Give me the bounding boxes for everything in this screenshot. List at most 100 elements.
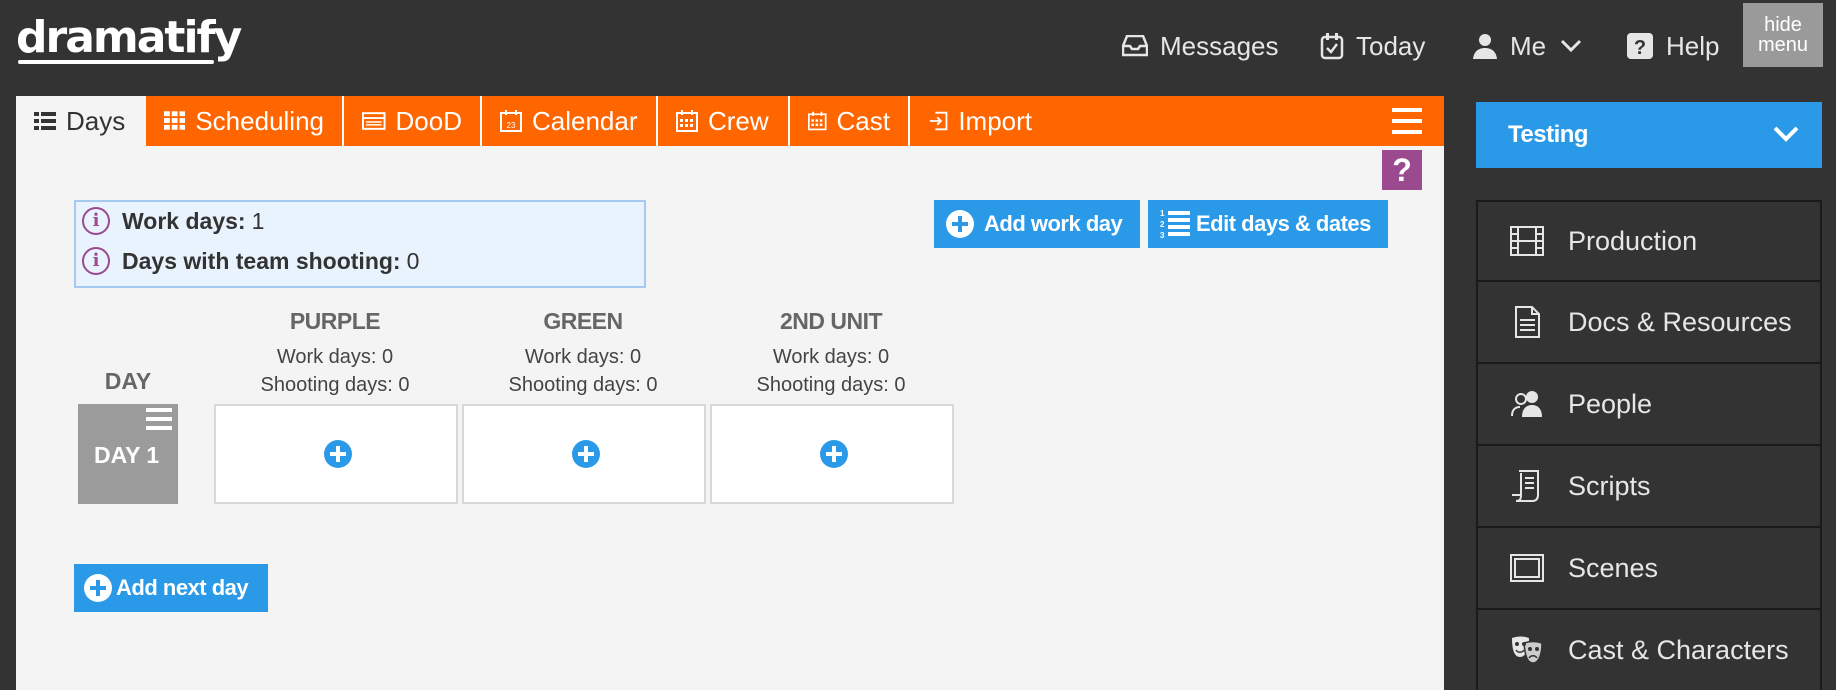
tab-calendar-label: Calendar — [532, 105, 638, 136]
day-column-header: DAY — [104, 368, 152, 394]
hamburger-menu-icon[interactable] — [1392, 108, 1422, 134]
tab-days-label: Days — [66, 105, 126, 136]
unit-work-days: Work days: 0 — [276, 346, 394, 368]
svg-text:23: 23 — [507, 121, 516, 130]
info-icon: i — [82, 207, 110, 235]
nav-today[interactable]: Today — [1320, 24, 1425, 68]
nav-messages-label: Messages — [1160, 30, 1279, 61]
tab-calendar[interactable]: 23 Calendar — [482, 96, 658, 146]
day-menu-icon[interactable] — [146, 408, 172, 430]
sidebar-item-label: Scenes — [1568, 552, 1659, 583]
people-icon — [1511, 391, 1542, 417]
edit-days-label: Edit days & dates — [1196, 211, 1371, 236]
sidebar-item-label: People — [1568, 388, 1653, 419]
tab-days[interactable]: Days — [16, 96, 146, 146]
unit-name: PURPLE — [289, 308, 381, 334]
tab-import[interactable]: Import — [910, 96, 1050, 146]
nav-messages[interactable]: Messages — [1122, 24, 1279, 68]
unit-shooting-days: Shooting days: 0 — [508, 374, 658, 396]
add-next-day-label: Add next day — [116, 575, 249, 600]
sidebar-item-label: Cast & Characters — [1568, 634, 1789, 665]
tab-dood[interactable]: DooD — [344, 96, 482, 146]
unit-name: 2ND UNIT — [779, 308, 883, 334]
film-icon — [1510, 226, 1544, 256]
app-logo[interactable]: dramatify — [16, 8, 242, 68]
nav-me-label: Me — [1510, 30, 1547, 61]
plus-circle-icon — [84, 574, 112, 602]
sidebar-item-scripts[interactable]: Scripts — [1476, 446, 1822, 528]
tab-scheduling[interactable]: Scheduling — [146, 96, 344, 146]
plus-circle-icon — [946, 210, 974, 238]
info-work-days: i Work days: 1 — [82, 206, 264, 236]
sidebar-item-label: Scripts — [1568, 470, 1651, 501]
project-selector[interactable]: Testing — [1476, 102, 1822, 168]
unit-shooting-days: Shooting days: 0 — [756, 374, 906, 396]
chevron-down-icon — [1773, 126, 1799, 142]
calendar-check-icon — [1320, 33, 1344, 60]
table-icon — [362, 112, 386, 130]
day-cell[interactable]: DAY 1 — [78, 404, 178, 504]
logo-underline — [18, 60, 214, 64]
nav-today-label: Today — [1356, 30, 1426, 61]
team-shooting-value: 0 — [406, 247, 420, 274]
add-shooting-icon[interactable] — [572, 440, 600, 468]
day-slot-2nd-unit[interactable] — [710, 404, 954, 504]
tab-import-label: Import — [958, 105, 1032, 136]
tab-crew[interactable]: Crew — [658, 96, 790, 146]
svg-text:1: 1 — [1160, 209, 1165, 218]
add-next-day-button[interactable]: Add next day — [74, 564, 268, 612]
calendar-icon — [808, 111, 827, 131]
unit-work-days: Work days: 0 — [524, 346, 642, 368]
sidebar-menu: Production Docs & Resources People Scrip… — [1476, 200, 1822, 690]
hide-menu-line2: menu — [1757, 34, 1809, 56]
unit-header-green: GREEN Work days: 0 Shooting days: 0 — [462, 308, 704, 399]
help-icon: ? — [1627, 33, 1653, 59]
calendar-icon — [676, 110, 698, 132]
team-shooting-label: Days with team shooting: — [122, 247, 401, 274]
unit-work-days: Work days: 0 — [772, 346, 890, 368]
tab-cast[interactable]: Cast — [790, 96, 910, 146]
tab-scheduling-label: Scheduling — [195, 105, 324, 136]
grid-icon — [164, 111, 186, 130]
unit-header-2nd-unit: 2ND UNIT Work days: 0 Shooting days: 0 — [710, 308, 952, 399]
work-days-label: Work days: — [122, 207, 246, 234]
hide-menu-button[interactable]: hide menu — [1743, 3, 1823, 67]
work-days-value: 1 — [251, 207, 265, 234]
masks-icon — [1512, 636, 1543, 664]
sidebar-item-cast-characters[interactable]: Cast & Characters — [1476, 610, 1822, 690]
sidebar-item-label: Production — [1568, 225, 1698, 256]
scenes-icon — [1510, 554, 1544, 582]
hide-menu-line1: hide — [1764, 14, 1802, 36]
sidebar-item-label: Docs & Resources — [1568, 306, 1792, 337]
add-work-day-button[interactable]: Add work day — [934, 200, 1140, 248]
sidebar-item-people[interactable]: People — [1476, 364, 1822, 446]
nav-me[interactable]: Me — [1472, 24, 1582, 68]
project-name: Testing — [1508, 121, 1589, 148]
day-slot-green[interactable] — [462, 404, 706, 504]
svg-text:3: 3 — [1160, 231, 1165, 240]
inbox-icon — [1122, 35, 1148, 57]
import-icon — [929, 111, 948, 131]
day-slot-purple[interactable] — [214, 404, 458, 504]
sidebar-item-production[interactable]: Production — [1476, 200, 1822, 282]
chevron-down-icon — [1561, 39, 1582, 53]
info-box: i Work days: 1 i Days with team shooting… — [74, 200, 646, 288]
main-panel: Days Scheduling DooD 23 Calendar Crew Ca… — [16, 96, 1444, 690]
unit-name: GREEN — [543, 308, 623, 334]
svg-text:?: ? — [1634, 37, 1646, 59]
nav-help[interactable]: ? Help — [1626, 24, 1719, 68]
svg-text:2: 2 — [1160, 220, 1165, 229]
nav-help-label: Help — [1666, 30, 1720, 61]
script-icon — [1512, 470, 1539, 502]
info-icon: i — [82, 247, 110, 275]
add-shooting-icon[interactable] — [324, 440, 352, 468]
calendar-icon: 23 — [500, 110, 522, 132]
sidebar-item-scenes[interactable]: Scenes — [1476, 528, 1822, 610]
user-icon — [1473, 34, 1497, 59]
edit-days-button[interactable]: 1 2 3 Edit days & dates — [1148, 200, 1388, 248]
add-shooting-icon[interactable] — [820, 440, 848, 468]
page-help-button[interactable]: ? — [1382, 150, 1422, 190]
tab-bar: Days Scheduling DooD 23 Calendar Crew Ca… — [16, 96, 1444, 146]
unit-shooting-days: Shooting days: 0 — [260, 374, 410, 396]
sidebar-item-docs-resources[interactable]: Docs & Resources — [1476, 282, 1822, 364]
